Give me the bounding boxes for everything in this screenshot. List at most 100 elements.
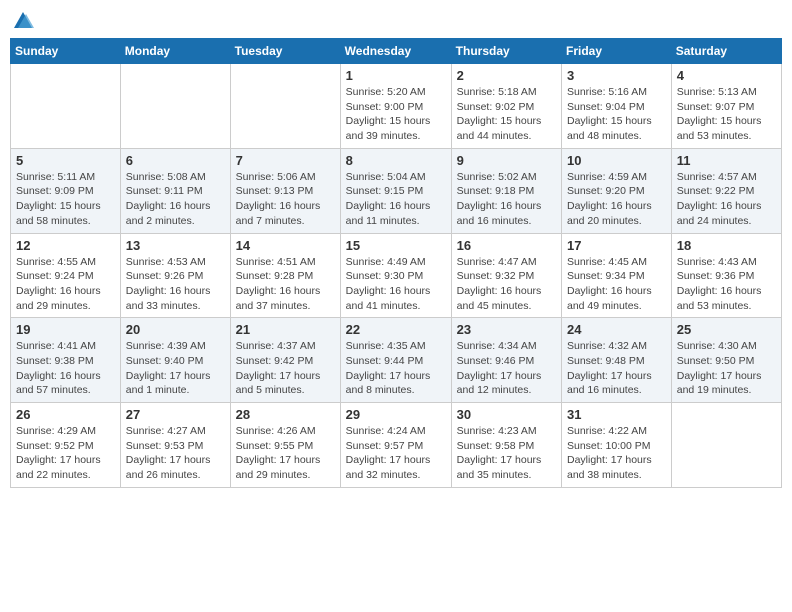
calendar-cell: 24 Sunrise: 4:32 AMSunset: 9:48 PMDayligh… (562, 318, 672, 403)
calendar-cell: 2 Sunrise: 5:18 AMSunset: 9:02 PMDaylight… (451, 64, 561, 149)
day-number: 28 (236, 407, 335, 422)
calendar-cell: 9 Sunrise: 5:02 AMSunset: 9:18 PMDaylight… (451, 148, 561, 233)
day-info: Sunrise: 5:18 AMSunset: 9:02 PMDaylight:… (457, 85, 556, 144)
day-number: 11 (677, 153, 776, 168)
day-number: 15 (346, 238, 446, 253)
calendar-cell: 22Sunrise: 4:35 AMSunset: 9:44 PMDayligh… (340, 318, 451, 403)
day-number: 30 (457, 407, 556, 422)
day-number: 10 (567, 153, 666, 168)
day-number: 26 (16, 407, 115, 422)
day-number: 21 (236, 322, 335, 337)
day-number: 3 (567, 68, 666, 83)
day-info: Sunrise: 4:51 AMSunset: 9:28 PMDaylight:… (236, 255, 335, 314)
calendar-cell: 23Sunrise: 4:34 AMSunset: 9:46 PMDayligh… (451, 318, 561, 403)
day-number: 25 (677, 322, 776, 337)
day-info: Sunrise: 5:11 AMSunset: 9:09 PMDaylight:… (16, 170, 115, 229)
calendar-table: SundayMondayTuesdayWednesdayThursdayFrid… (10, 38, 782, 488)
day-number: 31 (567, 407, 666, 422)
calendar-cell (11, 64, 121, 149)
day-number: 22 (346, 322, 446, 337)
calendar-cell: 27 Sunrise: 4:27 AMSunset: 9:53 PMDayligh… (120, 403, 230, 488)
day-info: Sunrise: 4:27 AMSunset: 9:53 PMDaylight:… (126, 424, 225, 483)
calendar-cell: 20 Sunrise: 4:39 AMSunset: 9:40 PMDayligh… (120, 318, 230, 403)
day-info: Sunrise: 4:57 AMSunset: 9:22 PMDaylight:… (677, 170, 776, 229)
day-info: Sunrise: 4:37 AMSunset: 9:42 PMDaylight:… (236, 339, 335, 398)
calendar-cell: 10 Sunrise: 4:59 AMSunset: 9:20 PMDayligh… (562, 148, 672, 233)
day-number: 17 (567, 238, 666, 253)
calendar-cell: 5 Sunrise: 5:11 AMSunset: 9:09 PMDaylight… (11, 148, 121, 233)
calendar-cell: 31 Sunrise: 4:22 AMSunset: 10:00 PMDaylig… (562, 403, 672, 488)
day-number: 9 (457, 153, 556, 168)
calendar-cell: 18 Sunrise: 4:43 AMSunset: 9:36 PMDayligh… (671, 233, 781, 318)
day-info: Sunrise: 4:53 AMSunset: 9:26 PMDaylight:… (126, 255, 225, 314)
calendar-cell: 15 Sunrise: 4:49 AMSunset: 9:30 PMDayligh… (340, 233, 451, 318)
day-info: Sunrise: 5:06 AMSunset: 9:13 PMDaylight:… (236, 170, 335, 229)
calendar-week-row: 12 Sunrise: 4:55 AMSunset: 9:24 PMDayligh… (11, 233, 782, 318)
weekday-header-monday: Monday (120, 39, 230, 64)
calendar-week-row: 19 Sunrise: 4:41 AMSunset: 9:38 PMDayligh… (11, 318, 782, 403)
day-info: Sunrise: 4:39 AMSunset: 9:40 PMDaylight:… (126, 339, 225, 398)
calendar-cell: 1 Sunrise: 5:20 AMSunset: 9:00 PMDaylight… (340, 64, 451, 149)
calendar-week-row: 26 Sunrise: 4:29 AMSunset: 9:52 PMDayligh… (11, 403, 782, 488)
day-info: Sunrise: 5:04 AMSunset: 9:15 PMDaylight:… (346, 170, 446, 229)
calendar-cell: 19 Sunrise: 4:41 AMSunset: 9:38 PMDayligh… (11, 318, 121, 403)
weekday-header-sunday: Sunday (11, 39, 121, 64)
weekday-header-row: SundayMondayTuesdayWednesdayThursdayFrid… (11, 39, 782, 64)
day-info: Sunrise: 5:02 AMSunset: 9:18 PMDaylight:… (457, 170, 556, 229)
day-number: 12 (16, 238, 115, 253)
calendar-cell: 6Sunrise: 5:08 AMSunset: 9:11 PMDaylight… (120, 148, 230, 233)
day-number: 5 (16, 153, 115, 168)
day-number: 8 (346, 153, 446, 168)
calendar-cell: 17Sunrise: 4:45 AMSunset: 9:34 PMDayligh… (562, 233, 672, 318)
day-info: Sunrise: 4:23 AMSunset: 9:58 PMDaylight:… (457, 424, 556, 483)
day-number: 18 (677, 238, 776, 253)
day-info: Sunrise: 5:20 AMSunset: 9:00 PMDaylight:… (346, 85, 446, 144)
day-number: 1 (346, 68, 446, 83)
calendar-cell (671, 403, 781, 488)
calendar-cell: 14 Sunrise: 4:51 AMSunset: 9:28 PMDayligh… (230, 233, 340, 318)
day-info: Sunrise: 4:26 AMSunset: 9:55 PMDaylight:… (236, 424, 335, 483)
day-number: 19 (16, 322, 115, 337)
logo (10, 10, 36, 32)
calendar-cell: 3 Sunrise: 5:16 AMSunset: 9:04 PMDaylight… (562, 64, 672, 149)
calendar-cell: 25Sunrise: 4:30 AMSunset: 9:50 PMDayligh… (671, 318, 781, 403)
day-number: 29 (346, 407, 446, 422)
day-info: Sunrise: 4:47 AMSunset: 9:32 PMDaylight:… (457, 255, 556, 314)
day-info: Sunrise: 4:43 AMSunset: 9:36 PMDaylight:… (677, 255, 776, 314)
day-number: 23 (457, 322, 556, 337)
day-info: Sunrise: 4:49 AMSunset: 9:30 PMDaylight:… (346, 255, 446, 314)
weekday-header-tuesday: Tuesday (230, 39, 340, 64)
day-info: Sunrise: 4:24 AMSunset: 9:57 PMDaylight:… (346, 424, 446, 483)
day-number: 2 (457, 68, 556, 83)
calendar-cell: 12 Sunrise: 4:55 AMSunset: 9:24 PMDayligh… (11, 233, 121, 318)
weekday-header-wednesday: Wednesday (340, 39, 451, 64)
day-info: Sunrise: 4:22 AMSunset: 10:00 PMDaylight… (567, 424, 666, 483)
day-number: 24 (567, 322, 666, 337)
calendar-week-row: 5 Sunrise: 5:11 AMSunset: 9:09 PMDaylight… (11, 148, 782, 233)
calendar-cell: 30 Sunrise: 4:23 AMSunset: 9:58 PMDayligh… (451, 403, 561, 488)
page-header (10, 10, 782, 32)
weekday-header-thursday: Thursday (451, 39, 561, 64)
day-info: Sunrise: 4:29 AMSunset: 9:52 PMDaylight:… (16, 424, 115, 483)
day-number: 13 (126, 238, 225, 253)
day-number: 27 (126, 407, 225, 422)
day-info: Sunrise: 4:32 AMSunset: 9:48 PMDaylight:… (567, 339, 666, 398)
day-number: 20 (126, 322, 225, 337)
day-info: Sunrise: 4:59 AMSunset: 9:20 PMDaylight:… (567, 170, 666, 229)
day-info: Sunrise: 4:55 AMSunset: 9:24 PMDaylight:… (16, 255, 115, 314)
calendar-cell: 4Sunrise: 5:13 AMSunset: 9:07 PMDaylight… (671, 64, 781, 149)
day-info: Sunrise: 5:16 AMSunset: 9:04 PMDaylight:… (567, 85, 666, 144)
weekday-header-saturday: Saturday (671, 39, 781, 64)
day-number: 4 (677, 68, 776, 83)
day-number: 14 (236, 238, 335, 253)
day-number: 16 (457, 238, 556, 253)
day-number: 6 (126, 153, 225, 168)
logo-icon (12, 10, 34, 32)
calendar-cell: 11 Sunrise: 4:57 AMSunset: 9:22 PMDayligh… (671, 148, 781, 233)
calendar-cell: 8 Sunrise: 5:04 AMSunset: 9:15 PMDaylight… (340, 148, 451, 233)
day-info: Sunrise: 4:41 AMSunset: 9:38 PMDaylight:… (16, 339, 115, 398)
calendar-week-row: 1 Sunrise: 5:20 AMSunset: 9:00 PMDaylight… (11, 64, 782, 149)
calendar-cell (120, 64, 230, 149)
day-number: 7 (236, 153, 335, 168)
calendar-cell: 26 Sunrise: 4:29 AMSunset: 9:52 PMDayligh… (11, 403, 121, 488)
